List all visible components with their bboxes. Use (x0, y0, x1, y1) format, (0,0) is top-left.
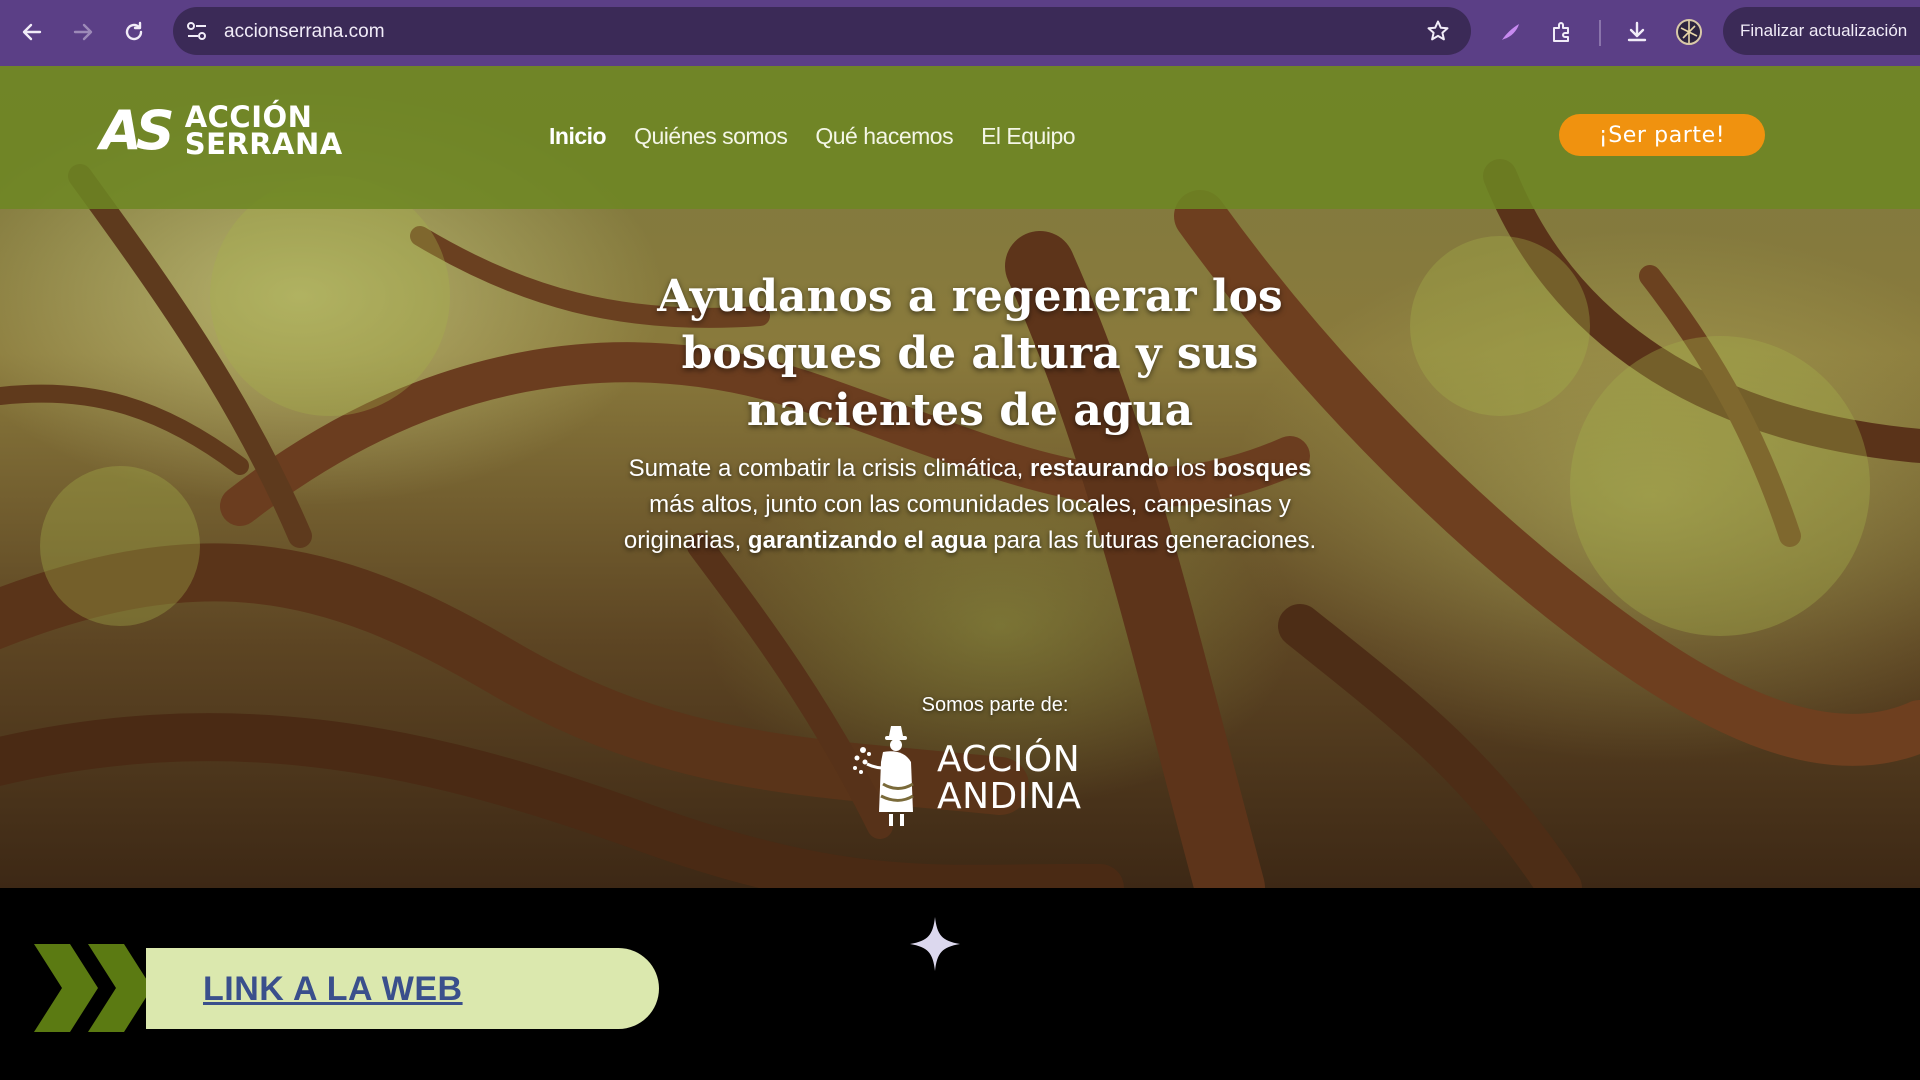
part-of-label: Somos parte de: (921, 694, 1069, 716)
browser-toolbar: accionserrana.com Finalizar actualizació… (0, 0, 1920, 66)
logo-mark: AS (100, 99, 175, 162)
hero-sub-bold-2: bosques (1212, 455, 1312, 482)
extension-feather-icon[interactable] (1493, 15, 1527, 49)
menu-item-quienes-somos[interactable]: Quiénes somos (634, 123, 788, 150)
url-text[interactable]: accionserrana.com (224, 21, 385, 43)
address-bar[interactable]: accionserrana.com (173, 7, 1471, 55)
ser-parte-button[interactable]: ¡Ser parte! (1559, 114, 1765, 156)
site-settings-icon[interactable] (185, 20, 209, 42)
logo-wordmark: ACCIÓN SERRANA (184, 103, 343, 161)
profile-avatar-icon[interactable] (1672, 15, 1706, 49)
downloads-icon[interactable] (1620, 15, 1654, 49)
hero-subtitle: Sumate a combatir la crisis climática, r… (620, 451, 1320, 559)
finish-update-button[interactable]: Finalizar actualización (1723, 7, 1920, 55)
back-button[interactable] (12, 12, 52, 52)
bookmark-star-icon[interactable] (1426, 19, 1450, 43)
reload-button[interactable] (114, 12, 154, 52)
menu-item-el-equipo[interactable]: El Equipo (981, 123, 1075, 150)
sparkle-icon (910, 917, 960, 971)
main-menu: Inicio Quiénes somos Qué hacemos El Equi… (549, 123, 1103, 150)
forward-arrow-icon (73, 23, 93, 41)
link-a-la-web[interactable]: LINK A LA WEB (203, 970, 463, 1009)
hero-sub-text-4: para las futuras generaciones. (986, 527, 1317, 554)
double-chevron-icon (34, 944, 152, 1032)
menu-item-inicio[interactable]: Inicio (549, 123, 607, 150)
andean-woman-figure-icon (853, 726, 914, 826)
website-viewport: AS ACCIÓN SERRANA Inicio Quiénes somos Q… (0, 66, 1920, 888)
finish-update-label: Finalizar actualización (1740, 21, 1908, 40)
andina-line1: ACCIÓN (937, 739, 1081, 780)
andina-line2: ANDINA (937, 776, 1082, 817)
accion-andina-logo[interactable]: ACCIÓN ANDINA (845, 722, 1081, 834)
extensions-puzzle-icon[interactable] (1545, 15, 1579, 49)
menu-item-que-hacemos[interactable]: Qué hacemos (815, 123, 953, 150)
hero-sub-bold-3: garantizando el agua (747, 527, 987, 554)
hero-title-bold: bosques de altura (681, 328, 1121, 379)
accion-serrana-logo[interactable]: AS ACCIÓN SERRANA (100, 99, 343, 162)
accion-andina-wordmark: ACCIÓN ANDINA (937, 741, 1081, 815)
hero-title-text: Ayudanos a regenerar los (657, 271, 1283, 322)
site-header: AS ACCIÓN SERRANA Inicio Quiénes somos Q… (0, 66, 1920, 209)
logo-line2: SERRANA (184, 127, 343, 161)
toolbar-separator (1599, 20, 1601, 46)
hero-sub-bold-1: restaurando (1030, 455, 1169, 482)
reload-icon (125, 21, 143, 41)
forward-button[interactable] (63, 12, 103, 52)
hero-title: Ayudanos a regenerar los bosques de altu… (580, 268, 1360, 439)
hero-sub-text-2: los (1168, 455, 1213, 482)
hero-sub-text-1: Sumate a combatir la crisis climática, (628, 455, 1031, 482)
back-arrow-icon (22, 23, 42, 41)
